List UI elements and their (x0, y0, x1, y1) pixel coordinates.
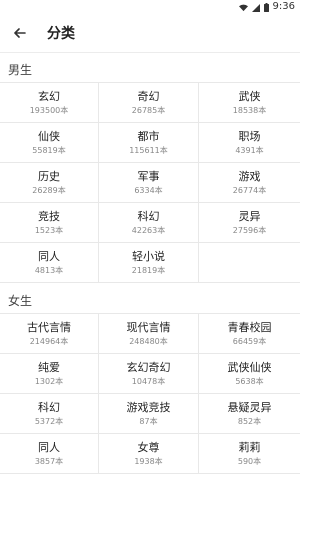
category-grid-female: 古代言情 214964本 现代言情 248480本 青春校园 66459本 纯爱 130… (0, 313, 300, 474)
category-item[interactable]: 古代言情 214964本 (0, 314, 99, 354)
status-bar: 9:36 (0, 0, 300, 13)
category-item[interactable]: 奇幻 26785本 (99, 83, 199, 123)
category-item[interactable]: 同人 4813本 (0, 243, 99, 283)
category-count: 6334本 (134, 185, 163, 195)
category-item[interactable]: 竞技 1523本 (0, 203, 99, 243)
category-name: 莉莉 (238, 440, 261, 454)
category-item[interactable]: 纯爱 1302本 (0, 354, 99, 394)
category-name: 仙侠 (38, 129, 60, 143)
category-count: 1302本 (34, 376, 64, 386)
category-item[interactable]: 同人 3857本 (0, 434, 99, 474)
category-name: 武侠仙侠 (227, 360, 272, 374)
category-item[interactable]: 武侠仙侠 5638本 (199, 354, 300, 394)
category-count: 55819本 (32, 145, 66, 155)
category-count: 21819本 (131, 265, 166, 275)
back-arrow-icon (14, 23, 26, 42)
category-item[interactable]: 军事 6334本 (99, 163, 199, 203)
category-item[interactable]: 科幻 5372本 (0, 394, 99, 434)
category-count: 26289本 (32, 185, 66, 195)
category-item[interactable]: 武侠 18538本 (199, 83, 300, 123)
category-name: 历史 (38, 169, 60, 183)
category-count: 4813本 (34, 265, 64, 275)
category-item[interactable]: 科幻 42263本 (99, 203, 199, 243)
category-item[interactable]: 历史 26289本 (0, 163, 99, 203)
category-item[interactable]: 玄幻 193500本 (0, 83, 99, 123)
category-item[interactable]: 玄幻奇幻 10478本 (99, 354, 199, 394)
category-count: 1938本 (134, 456, 163, 466)
category-count: 66459本 (232, 336, 267, 346)
back-button[interactable] (7, 20, 33, 46)
category-count: 248480本 (129, 336, 168, 346)
category-count: 3857本 (34, 456, 64, 466)
category-count: 852本 (237, 416, 262, 426)
category-name: 现代言情 (126, 320, 171, 334)
category-count: 10478本 (131, 376, 166, 386)
category-name: 奇幻 (137, 89, 160, 103)
category-name: 女尊 (137, 440, 160, 454)
category-name: 都市 (137, 129, 160, 143)
category-name: 古代言情 (27, 320, 71, 334)
category-item[interactable]: 职场 4391本 (199, 123, 300, 163)
category-name: 军事 (137, 169, 160, 183)
category-name: 游戏 (238, 169, 261, 183)
category-count: 590本 (237, 456, 262, 466)
category-name: 同人 (38, 249, 60, 263)
category-name: 竞技 (38, 209, 60, 223)
category-item[interactable]: 游戏竞技 87本 (99, 394, 199, 434)
category-item[interactable]: 游戏 26774本 (199, 163, 300, 203)
page-title: 分类 (47, 25, 75, 42)
category-count: 193500本 (29, 105, 69, 115)
category-item[interactable]: 现代言情 248480本 (99, 314, 199, 354)
category-name: 悬疑灵异 (227, 400, 272, 414)
category-item[interactable]: 轻小说 21819本 (99, 243, 199, 283)
category-name: 灵异 (238, 209, 261, 223)
category-grid-male: 玄幻 193500本 奇幻 26785本 武侠 18538本 仙侠 55819本 都市 1… (0, 82, 300, 283)
category-count: 5638本 (235, 376, 264, 386)
status-time: 9:36 (272, 0, 295, 12)
category-item[interactable]: 女尊 1938本 (99, 434, 199, 474)
category-name: 青春校园 (227, 320, 272, 334)
category-count: 4391本 (235, 145, 264, 155)
category-item[interactable]: 仙侠 55819本 (0, 123, 99, 163)
category-count: 42263本 (131, 225, 166, 235)
category-count: 1523本 (34, 225, 64, 235)
category-count: 26785本 (131, 105, 166, 115)
category-item[interactable]: 灵异 27596本 (199, 203, 300, 243)
section-title-female: 女生 (8, 293, 33, 308)
category-name: 同人 (38, 440, 60, 454)
category-name: 武侠 (238, 89, 261, 103)
category-item[interactable]: 莉莉 590本 (199, 434, 300, 474)
category-item[interactable]: 青春校园 66459本 (199, 314, 300, 354)
category-count: 87本 (139, 416, 158, 426)
category-name: 游戏竞技 (126, 400, 171, 414)
category-name: 职场 (238, 129, 261, 143)
category-count: 214964本 (29, 336, 69, 346)
category-count: 115611本 (129, 145, 168, 155)
category-item[interactable]: 都市 115611本 (99, 123, 199, 163)
empty-cell (199, 243, 300, 283)
section-title-male: 男生 (8, 62, 33, 77)
category-count: 27596本 (232, 225, 267, 235)
category-count: 18538本 (232, 105, 267, 115)
app-bar: 分类 (0, 13, 300, 53)
category-name: 轻小说 (132, 249, 165, 263)
category-item[interactable]: 悬疑灵异 852本 (199, 394, 300, 434)
category-name: 科幻 (137, 209, 160, 223)
category-count: 5372本 (34, 416, 64, 426)
category-name: 玄幻 (38, 89, 60, 103)
category-name: 科幻 (38, 400, 60, 414)
category-name: 玄幻奇幻 (126, 360, 171, 374)
category-name: 纯爱 (38, 360, 60, 374)
category-count: 26774本 (232, 185, 267, 195)
